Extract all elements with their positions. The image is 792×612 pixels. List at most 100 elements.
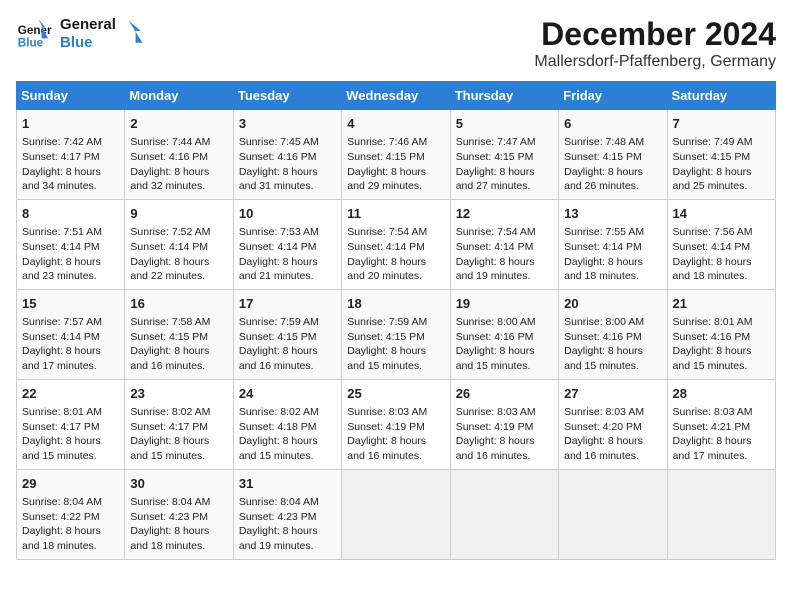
calendar-cell: 8 Sunrise: 7:51 AM Sunset: 4:14 PM Daylig…	[17, 199, 125, 289]
calendar-week-row: 29 Sunrise: 8:04 AM Sunset: 4:22 PM Dayli…	[17, 469, 776, 559]
day-info: Sunrise: 7:52 AM Sunset: 4:14 PM Dayligh…	[130, 225, 227, 284]
calendar-cell: 15 Sunrise: 7:57 AM Sunset: 4:14 PM Dayli…	[17, 289, 125, 379]
calendar-cell	[450, 469, 558, 559]
day-number: 20	[564, 295, 661, 313]
day-number: 5	[456, 115, 553, 133]
day-number: 2	[130, 115, 227, 133]
day-info: Sunrise: 8:03 AM Sunset: 4:21 PM Dayligh…	[673, 405, 770, 464]
page-header: General Blue General Blue December 2024 …	[16, 16, 776, 71]
calendar-cell: 1 Sunrise: 7:42 AM Sunset: 4:17 PM Daylig…	[17, 110, 125, 200]
calendar-week-row: 22 Sunrise: 8:01 AM Sunset: 4:17 PM Dayli…	[17, 379, 776, 469]
calendar-cell: 5 Sunrise: 7:47 AM Sunset: 4:15 PM Daylig…	[450, 110, 558, 200]
day-number: 11	[347, 205, 444, 223]
weekday-header-tuesday: Tuesday	[233, 82, 341, 110]
calendar-cell: 21Sunrise: 8:01 AM Sunset: 4:16 PM Dayli…	[667, 289, 775, 379]
calendar-cell: 14 Sunrise: 7:56 AM Sunset: 4:14 PM Dayli…	[667, 199, 775, 289]
svg-text:Blue: Blue	[18, 37, 44, 50]
day-info: Sunrise: 8:01 AM Sunset: 4:16 PM Dayligh…	[673, 315, 770, 374]
day-number: 22	[22, 385, 119, 403]
calendar-cell: 6 Sunrise: 7:48 AM Sunset: 4:15 PM Daylig…	[559, 110, 667, 200]
day-info: Sunrise: 8:02 AM Sunset: 4:17 PM Dayligh…	[130, 405, 227, 464]
month-title: December 2024	[534, 16, 776, 53]
day-info: Sunrise: 7:59 AM Sunset: 4:15 PM Dayligh…	[347, 315, 444, 374]
day-info: Sunrise: 8:04 AM Sunset: 4:22 PM Dayligh…	[22, 495, 119, 554]
calendar-cell: 12Sunrise: 7:54 AM Sunset: 4:14 PM Dayli…	[450, 199, 558, 289]
weekday-header-row: SundayMondayTuesdayWednesdayThursdayFrid…	[17, 82, 776, 110]
logo-arrow-icon	[122, 19, 146, 49]
day-info: Sunrise: 8:04 AM Sunset: 4:23 PM Dayligh…	[130, 495, 227, 554]
day-info: Sunrise: 7:48 AM Sunset: 4:15 PM Dayligh…	[564, 135, 661, 194]
day-info: Sunrise: 8:03 AM Sunset: 4:19 PM Dayligh…	[347, 405, 444, 464]
calendar-cell: 18Sunrise: 7:59 AM Sunset: 4:15 PM Dayli…	[342, 289, 450, 379]
calendar-cell: 27Sunrise: 8:03 AM Sunset: 4:20 PM Dayli…	[559, 379, 667, 469]
location-title: Mallersdorf-Pfaffenberg, Germany	[534, 53, 776, 71]
day-number: 25	[347, 385, 444, 403]
weekday-header-friday: Friday	[559, 82, 667, 110]
weekday-header-wednesday: Wednesday	[342, 82, 450, 110]
logo-line1: General	[60, 16, 116, 34]
day-number: 3	[239, 115, 336, 133]
calendar-cell: 19 Sunrise: 8:00 AM Sunset: 4:16 PM Dayli…	[450, 289, 558, 379]
day-info: Sunrise: 7:44 AM Sunset: 4:16 PM Dayligh…	[130, 135, 227, 194]
calendar-cell: 16Sunrise: 7:58 AM Sunset: 4:15 PM Dayli…	[125, 289, 233, 379]
day-info: Sunrise: 7:45 AM Sunset: 4:16 PM Dayligh…	[239, 135, 336, 194]
day-number: 24	[239, 385, 336, 403]
logo-icon: General Blue	[16, 16, 52, 52]
day-number: 14	[673, 205, 770, 223]
day-number: 4	[347, 115, 444, 133]
day-number: 26	[456, 385, 553, 403]
calendar-week-row: 8 Sunrise: 7:51 AM Sunset: 4:14 PM Daylig…	[17, 199, 776, 289]
weekday-header-sunday: Sunday	[17, 82, 125, 110]
calendar-cell: 17 Sunrise: 7:59 AM Sunset: 4:15 PM Dayli…	[233, 289, 341, 379]
calendar-cell	[559, 469, 667, 559]
day-number: 17	[239, 295, 336, 313]
calendar-cell: 30 Sunrise: 8:04 AM Sunset: 4:23 PM Dayli…	[125, 469, 233, 559]
calendar-cell: 13 Sunrise: 7:55 AM Sunset: 4:14 PM Dayli…	[559, 199, 667, 289]
svg-text:General: General	[18, 24, 52, 37]
day-number: 1	[22, 115, 119, 133]
day-number: 30	[130, 475, 227, 493]
day-info: Sunrise: 7:57 AM Sunset: 4:14 PM Dayligh…	[22, 315, 119, 374]
calendar-cell: 25 Sunrise: 8:03 AM Sunset: 4:19 PM Dayli…	[342, 379, 450, 469]
day-number: 19	[456, 295, 553, 313]
day-info: Sunrise: 7:47 AM Sunset: 4:15 PM Dayligh…	[456, 135, 553, 194]
calendar-cell: 24 Sunrise: 8:02 AM Sunset: 4:18 PM Dayli…	[233, 379, 341, 469]
calendar-cell: 26 Sunrise: 8:03 AM Sunset: 4:19 PM Dayli…	[450, 379, 558, 469]
day-number: 6	[564, 115, 661, 133]
calendar-cell: 9Sunrise: 7:52 AM Sunset: 4:14 PM Daylig…	[125, 199, 233, 289]
weekday-header-thursday: Thursday	[450, 82, 558, 110]
day-info: Sunrise: 7:59 AM Sunset: 4:15 PM Dayligh…	[239, 315, 336, 374]
day-info: Sunrise: 8:00 AM Sunset: 4:16 PM Dayligh…	[564, 315, 661, 374]
day-info: Sunrise: 8:03 AM Sunset: 4:19 PM Dayligh…	[456, 405, 553, 464]
logo: General Blue General Blue	[16, 16, 146, 52]
calendar-cell: 3 Sunrise: 7:45 AM Sunset: 4:16 PM Daylig…	[233, 110, 341, 200]
day-number: 8	[22, 205, 119, 223]
day-number: 15	[22, 295, 119, 313]
day-info: Sunrise: 8:01 AM Sunset: 4:17 PM Dayligh…	[22, 405, 119, 464]
day-info: Sunrise: 7:46 AM Sunset: 4:15 PM Dayligh…	[347, 135, 444, 194]
calendar-cell: 10Sunrise: 7:53 AM Sunset: 4:14 PM Dayli…	[233, 199, 341, 289]
day-info: Sunrise: 8:02 AM Sunset: 4:18 PM Dayligh…	[239, 405, 336, 464]
calendar-week-row: 15 Sunrise: 7:57 AM Sunset: 4:14 PM Dayli…	[17, 289, 776, 379]
day-info: Sunrise: 7:54 AM Sunset: 4:14 PM Dayligh…	[456, 225, 553, 284]
day-number: 29	[22, 475, 119, 493]
day-number: 13	[564, 205, 661, 223]
calendar-cell: 2 Sunrise: 7:44 AM Sunset: 4:16 PM Daylig…	[125, 110, 233, 200]
calendar-week-row: 1 Sunrise: 7:42 AM Sunset: 4:17 PM Daylig…	[17, 110, 776, 200]
day-number: 31	[239, 475, 336, 493]
day-info: Sunrise: 7:42 AM Sunset: 4:17 PM Dayligh…	[22, 135, 119, 194]
day-info: Sunrise: 7:53 AM Sunset: 4:14 PM Dayligh…	[239, 225, 336, 284]
logo-line2: Blue	[60, 34, 116, 52]
calendar-table: SundayMondayTuesdayWednesdayThursdayFrid…	[16, 81, 776, 560]
day-number: 23	[130, 385, 227, 403]
calendar-cell: 23 Sunrise: 8:02 AM Sunset: 4:17 PM Dayli…	[125, 379, 233, 469]
day-info: Sunrise: 7:51 AM Sunset: 4:14 PM Dayligh…	[22, 225, 119, 284]
day-info: Sunrise: 7:55 AM Sunset: 4:14 PM Dayligh…	[564, 225, 661, 284]
day-info: Sunrise: 7:56 AM Sunset: 4:14 PM Dayligh…	[673, 225, 770, 284]
day-info: Sunrise: 8:00 AM Sunset: 4:16 PM Dayligh…	[456, 315, 553, 374]
day-info: Sunrise: 7:54 AM Sunset: 4:14 PM Dayligh…	[347, 225, 444, 284]
day-number: 28	[673, 385, 770, 403]
day-info: Sunrise: 7:49 AM Sunset: 4:15 PM Dayligh…	[673, 135, 770, 194]
calendar-cell: 7Sunrise: 7:49 AM Sunset: 4:15 PM Daylig…	[667, 110, 775, 200]
day-info: Sunrise: 7:58 AM Sunset: 4:15 PM Dayligh…	[130, 315, 227, 374]
